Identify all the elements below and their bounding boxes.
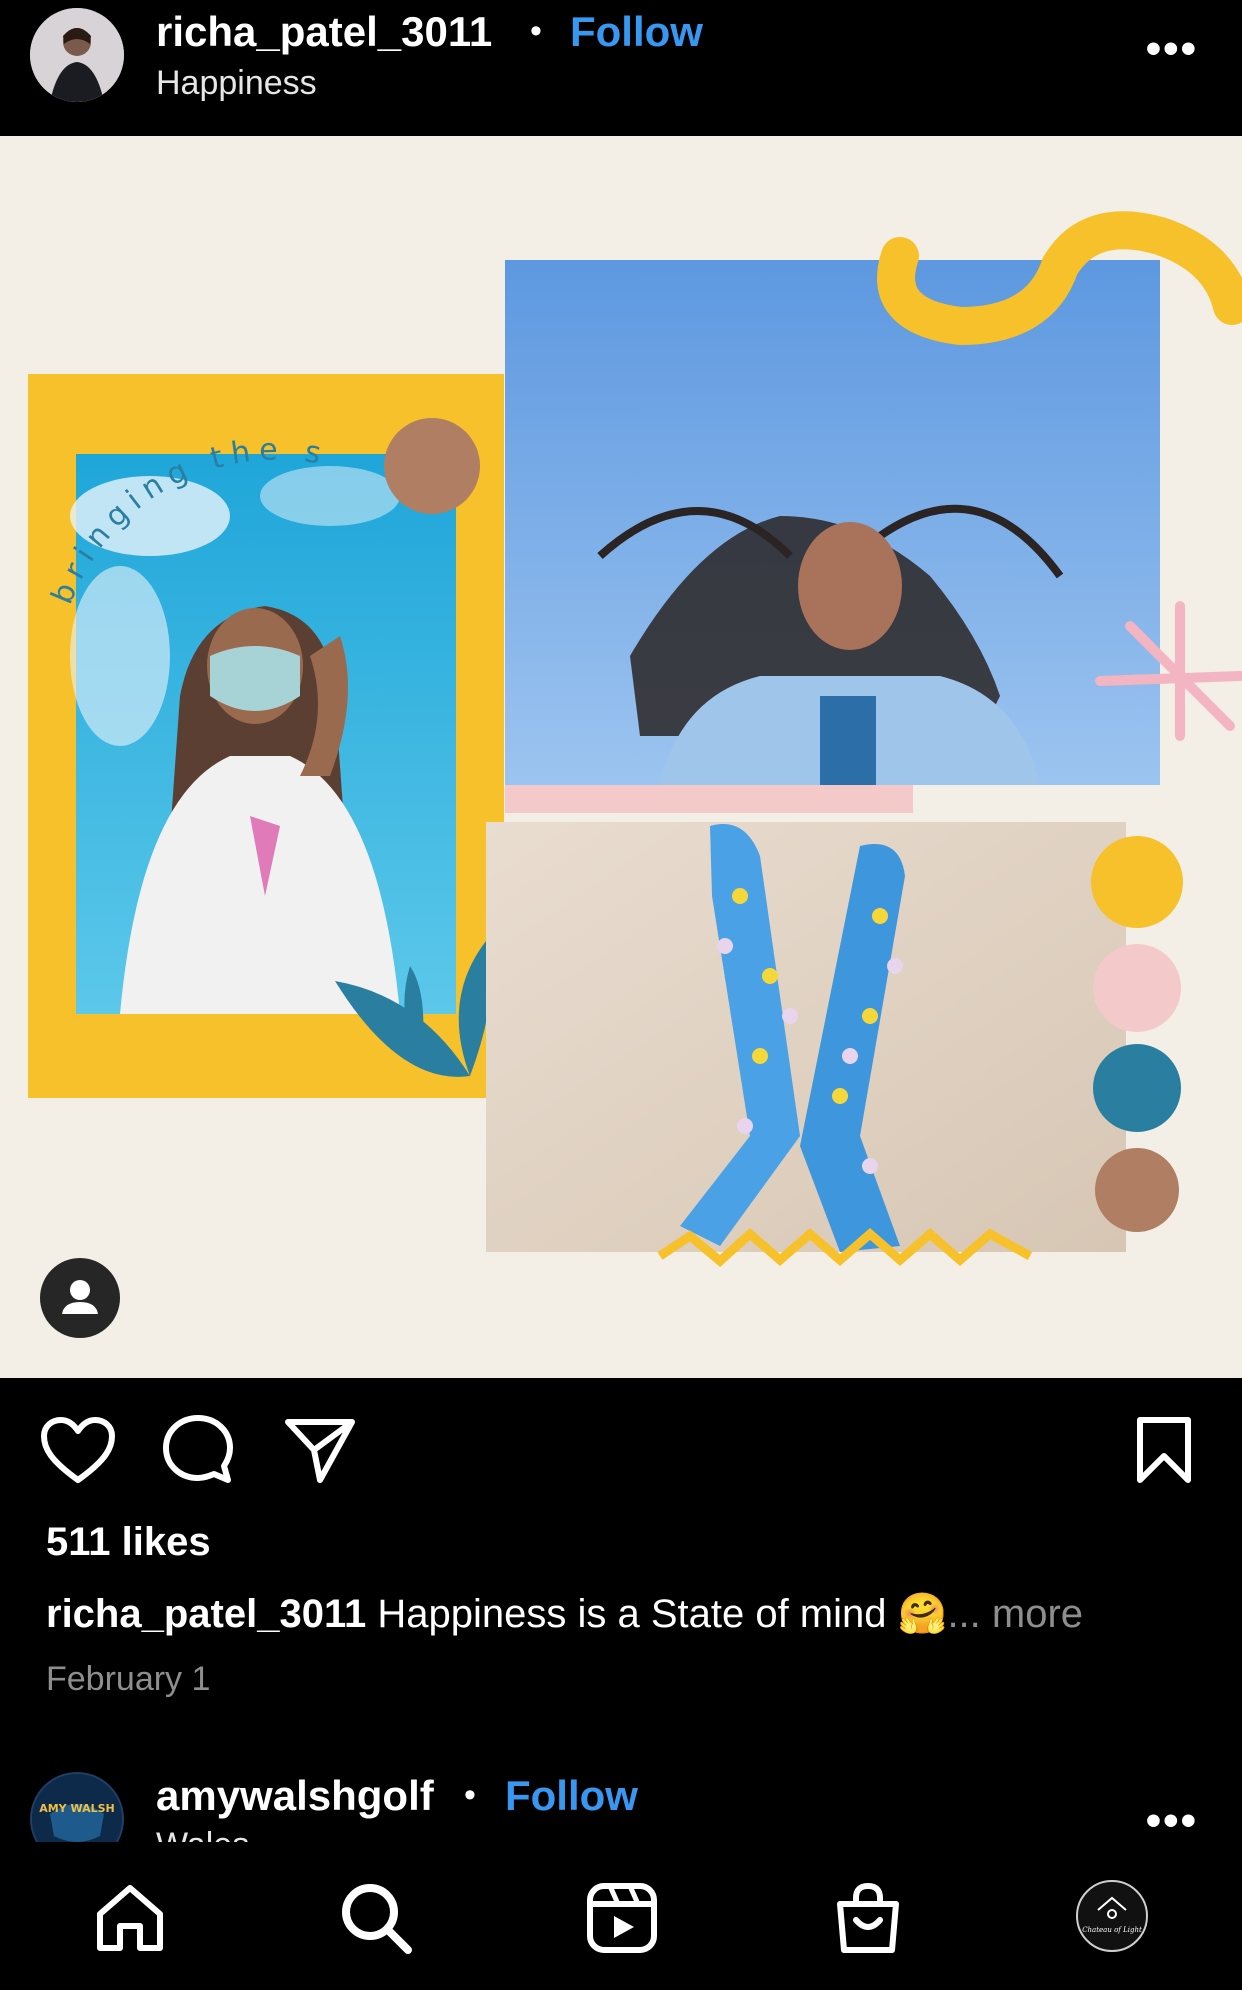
home-icon: [97, 1885, 163, 1951]
send-icon: [285, 1419, 355, 1483]
comment-icon: [163, 1415, 233, 1483]
post-location[interactable]: Happiness: [156, 64, 317, 103]
post-date: February 1: [46, 1660, 211, 1698]
caption-username[interactable]: richa_patel_3011: [46, 1592, 366, 1636]
nav-profile[interactable]: Chateau of Light: [1076, 1880, 1148, 1952]
next-post-username[interactable]: amywalshgolf: [156, 1772, 434, 1820]
caption-text: Happiness is a State of mind 🤗: [366, 1592, 948, 1636]
tag-people-button[interactable]: [40, 1258, 120, 1338]
shop-icon: [837, 1882, 899, 1953]
user-avatar[interactable]: [30, 8, 124, 102]
separator-dot: •: [530, 12, 542, 50]
bottom-nav: Chateau of Light: [0, 1842, 1242, 1990]
nav-search[interactable]: [338, 1880, 414, 1956]
next-more-options-button[interactable]: •••: [1146, 1796, 1198, 1846]
next-separator-dot: •: [464, 1776, 476, 1814]
avatar-text: AMY WALSH: [39, 1802, 115, 1815]
post-image[interactable]: bringing the sunshine: [0, 136, 1242, 1378]
search-icon: [342, 1884, 412, 1954]
post-header: richa_patel_3011 • Follow Happiness •••: [0, 0, 1242, 136]
more-options-button[interactable]: •••: [1146, 24, 1198, 74]
profile-avatar: Chateau of Light: [1082, 1896, 1142, 1934]
reels-icon: [587, 1883, 657, 1953]
like-button[interactable]: [40, 1416, 116, 1491]
likes-count[interactable]: 511 likes: [46, 1520, 211, 1565]
collage-artwork: bringing the sunshine: [0, 136, 1242, 1267]
comment-button[interactable]: [162, 1414, 234, 1491]
nav-reels[interactable]: [584, 1880, 660, 1956]
nav-home[interactable]: [92, 1880, 168, 1956]
caption: richa_patel_3011 Happiness is a State of…: [46, 1590, 1083, 1637]
nav-shop[interactable]: [830, 1880, 906, 1956]
profile-avatar-text: Chateau of Light: [1082, 1926, 1142, 1934]
caption-more-link[interactable]: ... more: [947, 1592, 1083, 1636]
person-icon: [62, 1280, 98, 1314]
share-button[interactable]: [284, 1416, 356, 1491]
next-follow-button[interactable]: Follow: [505, 1772, 638, 1820]
save-button[interactable]: [1134, 1416, 1194, 1491]
heart-icon: [41, 1417, 115, 1483]
post-username[interactable]: richa_patel_3011: [156, 8, 492, 56]
follow-button[interactable]: Follow: [570, 8, 703, 56]
bookmark-icon: [1137, 1417, 1191, 1483]
